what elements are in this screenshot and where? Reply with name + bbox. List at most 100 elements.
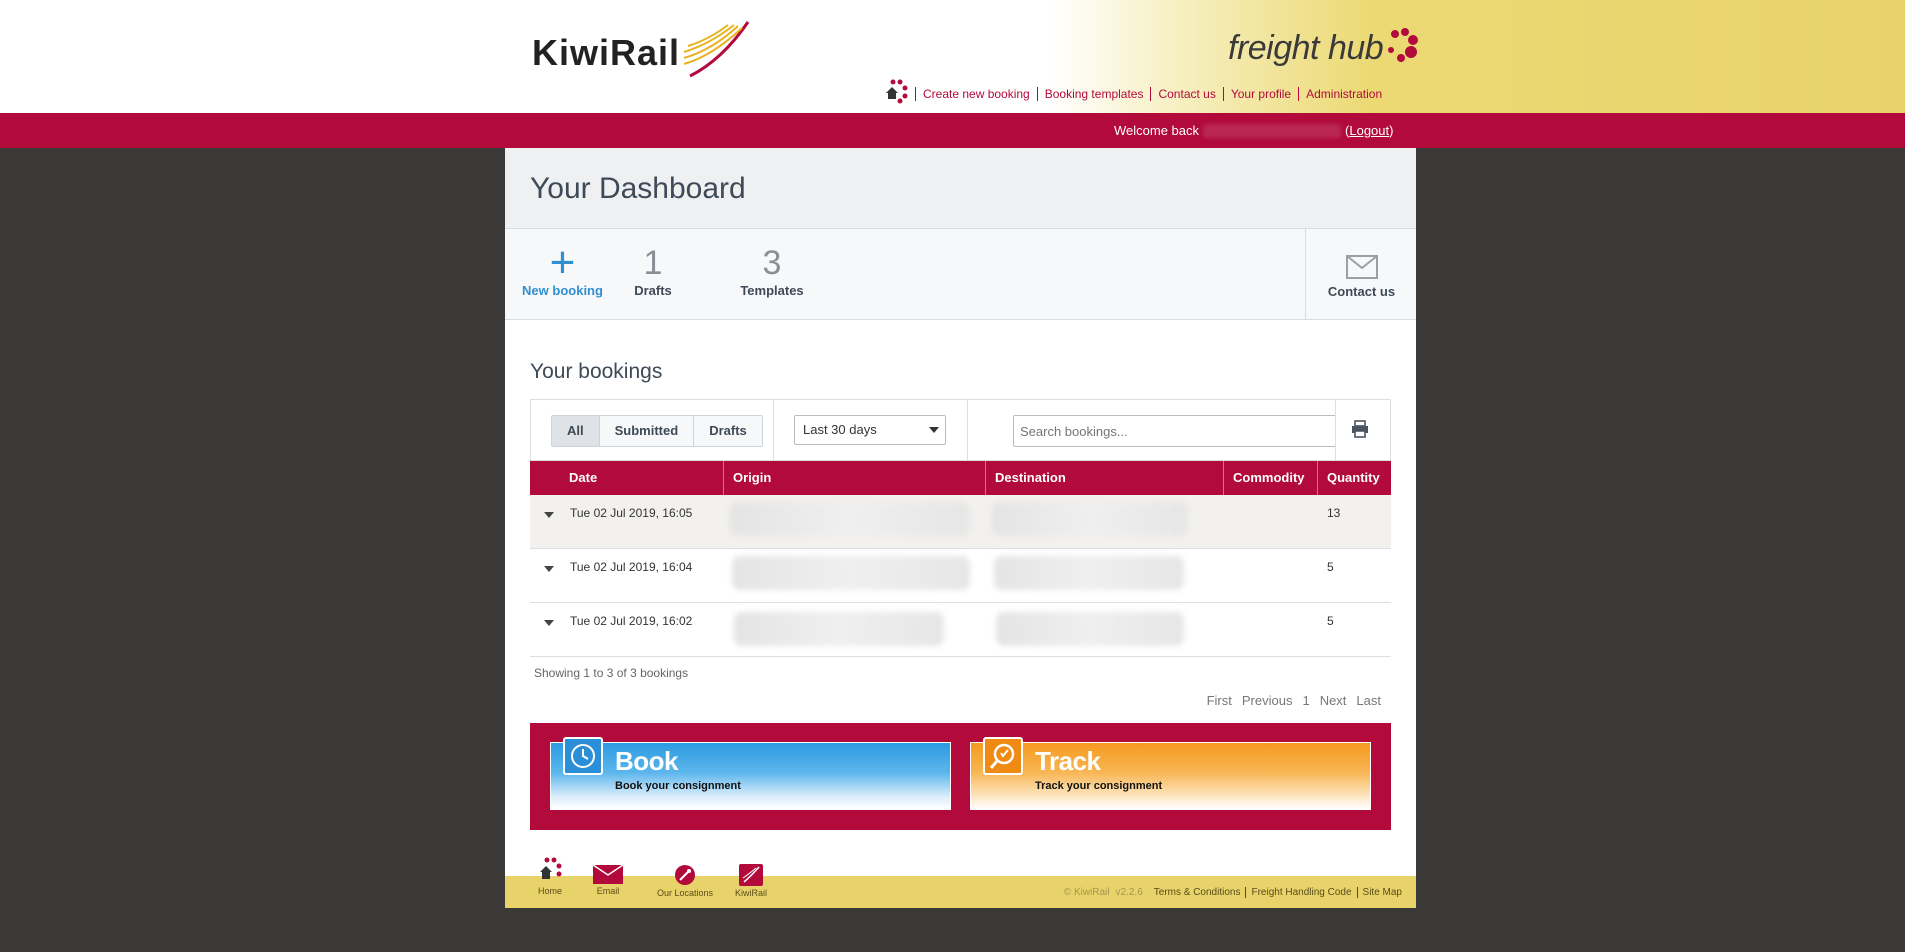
track-title: Track (1035, 746, 1101, 776)
drafts-stat[interactable]: 1 Drafts (623, 229, 683, 319)
pin-icon (675, 865, 695, 885)
track-card[interactable]: Track Track your consignment (970, 737, 1371, 810)
redacted-destination (992, 502, 1188, 536)
freight-hub-dots-icon (1388, 28, 1419, 62)
row-quantity: 5 (1327, 614, 1334, 628)
period-select[interactable]: Last 30 days (794, 415, 946, 445)
expand-row-icon[interactable] (544, 512, 554, 518)
magnifier-icon (983, 737, 1023, 775)
pager-page-1[interactable]: 1 (1302, 693, 1309, 708)
bookings-title: Your bookings (530, 360, 663, 383)
footer-locations-label: Our Locations (656, 888, 714, 898)
filter-submitted[interactable]: Submitted (599, 416, 695, 446)
bookings-table: Date Origin Destination Commodity Quanti… (530, 461, 1391, 657)
footer-home[interactable]: Home (537, 856, 563, 896)
col-date[interactable]: Date (560, 461, 728, 495)
pager-first[interactable]: First (1207, 693, 1232, 708)
nav-your-profile[interactable]: Your profile (1222, 87, 1298, 101)
footer-email-label: Email (596, 886, 620, 896)
nav-booking-templates[interactable]: Booking templates (1036, 87, 1151, 101)
footer-kiwirail-label: KiwiRail (735, 888, 768, 898)
col-destination[interactable]: Destination (985, 461, 1223, 495)
footer-email[interactable]: Email (592, 864, 624, 896)
logout-link[interactable]: Logout (1349, 123, 1389, 138)
book-card[interactable]: Book Book your consignment (550, 737, 951, 810)
copyright: © KiwiRail (1063, 887, 1110, 898)
new-booking-button[interactable]: + New booking (520, 229, 605, 319)
envelope-icon (1345, 255, 1378, 279)
freight-hub-logo: freight hub (1228, 24, 1421, 72)
table-row[interactable]: Tue 02 Jul 2019, 16:04 5 (530, 549, 1391, 603)
redacted-origin (732, 556, 970, 590)
pager-previous[interactable]: Previous (1242, 693, 1293, 708)
booking-filter-group: All Submitted Drafts (551, 415, 763, 447)
top-navigation: Create new booking Booking templates Con… (883, 79, 1389, 104)
bookings-toolbar: All Submitted Drafts Last 30 days (530, 399, 1391, 461)
page-title: Your Dashboard (530, 172, 746, 205)
redacted-origin (734, 612, 944, 646)
welcome-bar (0, 113, 1905, 148)
kiwirail-icon (739, 864, 763, 886)
logout-paren-close: ) (1389, 123, 1394, 138)
table-row[interactable]: Tue 02 Jul 2019, 16:02 5 (530, 603, 1391, 657)
row-date: Tue 02 Jul 2019, 16:05 (570, 506, 693, 520)
redacted-destination (994, 556, 1184, 590)
redacted-username (1203, 123, 1342, 138)
kiwirail-swoosh-icon (683, 21, 750, 78)
search-input[interactable] (1013, 415, 1336, 447)
freight-hub-logo-text: freight hub (1228, 28, 1384, 67)
expand-row-icon[interactable] (544, 566, 554, 572)
filter-drafts[interactable]: Drafts (694, 416, 762, 446)
col-quantity[interactable]: Quantity (1317, 461, 1391, 495)
home-icon (540, 857, 562, 879)
promo-banner: Book Book your consignment Track Track y… (530, 723, 1391, 830)
templates-stat[interactable]: 3 Templates (727, 229, 817, 319)
book-title: Book (615, 746, 679, 776)
contact-us-label: Contact us (1327, 284, 1396, 299)
footer-home-label: Home (537, 886, 562, 896)
link-freight-handling-code[interactable]: Freight Handling Code (1245, 887, 1356, 898)
book-subtitle: Book your consignment (615, 780, 741, 792)
kiwirail-logo-text: KiwiRail (532, 32, 681, 73)
table-header: Date Origin Destination Commodity Quanti… (530, 461, 1391, 495)
toolbar-divider (773, 400, 774, 460)
pager-last[interactable]: Last (1356, 693, 1381, 708)
period-select-value: Last 30 days (803, 422, 877, 437)
row-date: Tue 02 Jul 2019, 16:04 (570, 560, 693, 574)
clock-icon (563, 737, 603, 775)
footer-links: © KiwiRail v2.2.6 Terms & Conditions Fre… (1064, 887, 1407, 898)
table-summary: Showing 1 to 3 of 3 bookings (534, 666, 689, 680)
filter-all[interactable]: All (552, 416, 600, 446)
toolbar-divider (967, 400, 968, 460)
kiwirail-logo[interactable]: KiwiRail (532, 21, 752, 80)
welcome-message: Welcome back (Logout) (1114, 123, 1393, 138)
drafts-label: Drafts (634, 283, 672, 298)
pager-next[interactable]: Next (1320, 693, 1347, 708)
envelope-icon (592, 864, 624, 884)
footer-kiwirail[interactable]: KiwiRail (735, 864, 767, 898)
col-origin[interactable]: Origin (723, 461, 984, 495)
redacted-destination (996, 612, 1184, 646)
nav-administration[interactable]: Administration (1298, 87, 1389, 101)
footer-our-locations[interactable]: Our Locations (655, 864, 715, 898)
home-icon[interactable] (883, 78, 909, 104)
table-row[interactable]: Tue 02 Jul 2019, 16:05 13 (530, 495, 1391, 549)
print-icon[interactable] (1351, 420, 1369, 438)
toolbar-divider (1335, 400, 1336, 460)
link-site-map[interactable]: Site Map (1356, 887, 1407, 898)
chevron-down-icon (929, 427, 939, 433)
dashboard-header: Your Dashboard (505, 148, 1416, 229)
nav-contact-us[interactable]: Contact us (1150, 87, 1222, 101)
dashboard-stats: + New booking 1 Drafts 3 Templates Conta… (505, 229, 1416, 320)
templates-count: 3 (762, 244, 782, 282)
row-quantity: 5 (1327, 560, 1334, 574)
expand-row-icon[interactable] (544, 620, 554, 626)
main-panel: Your Dashboard + New booking 1 Drafts 3 … (505, 148, 1416, 908)
link-terms[interactable]: Terms & Conditions (1149, 887, 1246, 898)
contact-us-button[interactable]: Contact us (1305, 229, 1417, 319)
nav-create-new-booking[interactable]: Create new booking (915, 87, 1037, 101)
templates-label: Templates (740, 283, 804, 298)
site-header: KiwiRail freight hub Create new booking … (0, 0, 1905, 113)
redacted-origin (730, 502, 970, 536)
col-commodity[interactable]: Commodity (1223, 461, 1317, 495)
